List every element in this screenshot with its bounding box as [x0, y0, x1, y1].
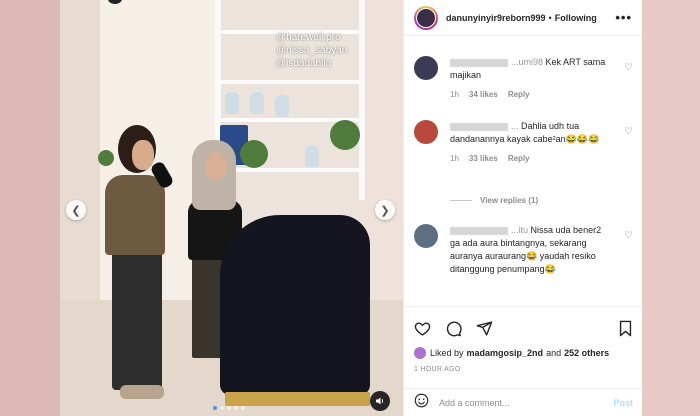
commenter-username-redacted[interactable] — [450, 58, 508, 67]
carousel-dot — [220, 406, 224, 410]
comment-likes[interactable]: 33 likes — [469, 154, 498, 163]
singer-body — [105, 175, 165, 255]
commenter-avatar[interactable] — [414, 120, 438, 144]
avatar[interactable] — [414, 5, 438, 30]
post-modal: @harewell.pro @nissa_sabyan @isdadahlia … — [60, 0, 643, 416]
chevron-right-icon: ❯ — [380, 204, 390, 217]
comment-icon[interactable] — [445, 320, 462, 337]
bookmark-icon[interactable] — [618, 320, 633, 337]
likes-summary: Liked by madamgosip_2nd and 252 others — [414, 347, 633, 359]
woman-face — [205, 152, 227, 180]
more-options-icon[interactable]: ••• — [615, 10, 632, 25]
vase — [225, 92, 239, 114]
commenter-username-redacted[interactable] — [450, 122, 508, 131]
carousel-dot — [241, 406, 245, 410]
author-username[interactable]: danunyinyir9reborn999 — [446, 13, 546, 23]
view-replies-button[interactable]: View replies (1) — [450, 196, 538, 205]
carousel-dot — [227, 406, 231, 410]
reply-button[interactable]: Reply — [508, 90, 530, 99]
heart-icon[interactable]: ♡ — [624, 62, 633, 73]
add-comment-bar: Post — [404, 388, 643, 416]
plant — [240, 140, 268, 168]
singer-legs — [112, 250, 162, 390]
comment-body: ...itu Nissa uda bener2 ga ada aura bint… — [450, 224, 610, 276]
singer-feet — [120, 385, 164, 399]
watermark-text: @nissa_sabyan — [276, 45, 348, 56]
reply-button[interactable]: Reply — [508, 154, 530, 163]
watermark-text: @isdadahlia — [276, 58, 332, 69]
likes-prefix: Liked by — [430, 348, 464, 358]
comment-text: ...itu Nissa uda bener2 ga ada aura bint… — [450, 224, 610, 276]
post-button[interactable]: Post — [613, 398, 633, 408]
action-row — [414, 317, 633, 339]
carousel-dots — [213, 406, 245, 410]
comment-body: ...umi98 Kek ART sama majikan 1h 34 like… — [450, 56, 610, 99]
heart-icon[interactable]: ♡ — [624, 230, 633, 241]
singer-face — [132, 140, 154, 170]
backdrop-right — [642, 0, 700, 416]
comment-input[interactable] — [439, 397, 589, 408]
piano — [220, 215, 370, 395]
carousel-dot — [213, 406, 217, 410]
plant — [330, 120, 360, 150]
prev-button[interactable]: ❮ — [66, 200, 86, 220]
comment-time: 1h — [450, 154, 459, 163]
heart-icon[interactable]: ♡ — [624, 126, 633, 137]
watermark-text: @harewell.pro — [276, 32, 341, 43]
plant — [98, 150, 114, 166]
comment-text: ... Dahlia udh tua dandanannya kayak cab… — [450, 120, 610, 146]
comment-time: 1h — [450, 90, 459, 99]
commenter-username[interactable]: ...itu — [511, 225, 528, 235]
commenter-username[interactable]: ... — [511, 121, 519, 131]
post-actions: Liked by madamgosip_2nd and 252 others 1… — [404, 306, 643, 373]
comment-text: ...umi98 Kek ART sama majikan — [450, 56, 610, 82]
likes-conj: and — [546, 348, 562, 358]
post-timestamp[interactable]: 1 HOUR AGO — [414, 366, 633, 373]
commenter-avatar[interactable] — [414, 224, 438, 248]
vase — [250, 92, 264, 114]
smiley-icon[interactable] — [414, 393, 429, 413]
vase — [305, 145, 319, 167]
comment-likes[interactable]: 34 likes — [469, 90, 498, 99]
shelf-board — [215, 168, 365, 172]
post-media[interactable]: @harewell.pro @nissa_sabyan @isdadahlia … — [60, 0, 403, 416]
likes-others[interactable]: 252 others — [564, 348, 609, 358]
comments-list[interactable]: ...umi98 Kek ART sama majikan 1h 34 like… — [404, 36, 643, 306]
liker-avatar[interactable] — [414, 347, 426, 359]
header-separator: • — [548, 12, 552, 23]
speaker-icon — [376, 397, 384, 405]
chevron-left-icon: ❮ — [71, 204, 81, 217]
view-replies-label[interactable]: View replies (1) — [480, 196, 538, 205]
liker-username[interactable]: madamgosip_2nd — [467, 348, 544, 358]
backdrop-left — [0, 0, 60, 416]
carousel-dot — [234, 406, 238, 410]
comment-meta: 1h 33 likes Reply — [450, 154, 610, 163]
commenter-username[interactable]: ...umi98 — [511, 57, 543, 67]
comment-body: ... Dahlia udh tua dandanannya kayak cab… — [450, 120, 610, 163]
following-button[interactable]: Following — [555, 13, 597, 23]
commenter-avatar[interactable] — [414, 56, 438, 80]
next-button[interactable]: ❯ — [375, 200, 395, 220]
replies-line — [450, 200, 472, 201]
share-icon[interactable] — [476, 320, 493, 337]
post-sidebar: danunyinyir9reborn999 • Following ••• ..… — [403, 0, 643, 416]
commenter-username-redacted[interactable] — [450, 226, 508, 235]
vase — [275, 95, 289, 117]
post-header: danunyinyir9reborn999 • Following ••• — [404, 0, 642, 36]
shelf-board — [215, 80, 365, 84]
mute-button[interactable] — [370, 391, 390, 411]
heart-icon[interactable] — [414, 320, 431, 337]
comment-meta: 1h 34 likes Reply — [450, 90, 610, 99]
piano-fringe — [225, 392, 370, 406]
